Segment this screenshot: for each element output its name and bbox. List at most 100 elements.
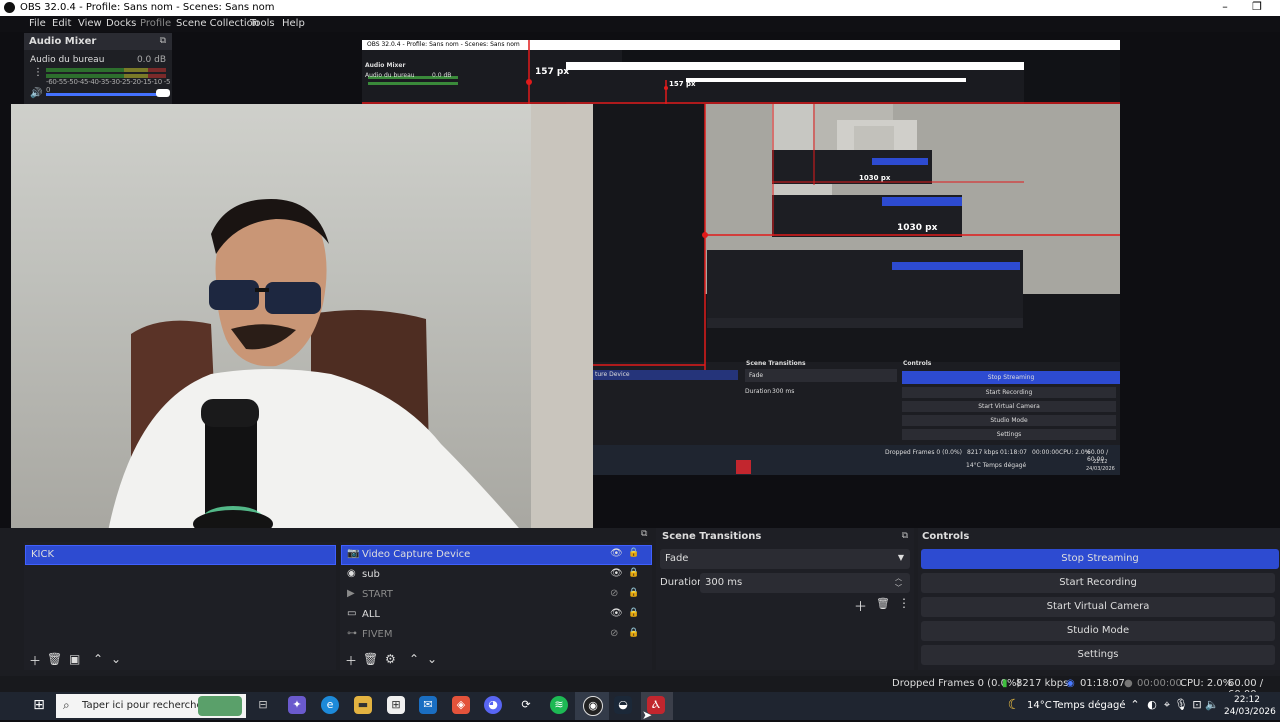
menu-scene-collection[interactable]: Scene Collection xyxy=(176,18,259,29)
windows-start-icon[interactable]: ⊞ xyxy=(30,696,48,714)
lock-icon[interactable]: 🔒 xyxy=(628,588,639,598)
menu-edit[interactable]: Edit xyxy=(52,18,71,29)
menu-profile[interactable]: Profile xyxy=(140,18,171,29)
discord-icon[interactable]: ◕ xyxy=(484,696,502,714)
copilot-icon[interactable]: ✦ xyxy=(288,696,306,714)
spotify-icon[interactable]: ≋ xyxy=(550,696,568,714)
studio-mode-button[interactable]: Studio Mode xyxy=(921,621,1275,641)
source-properties-gear-icon[interactable]: ⚙ xyxy=(385,652,396,666)
menu-help[interactable]: Help xyxy=(282,18,305,29)
volume-icon[interactable]: 🔈 xyxy=(1203,696,1221,714)
microsoft-store-icon[interactable]: ⊞ xyxy=(387,696,405,714)
taskbar-date[interactable]: 24/03/2026 xyxy=(1224,707,1276,717)
audio-mixer-header: Audio Mixer ⧉ xyxy=(24,33,172,50)
weather-temp[interactable]: 14°C xyxy=(1027,700,1052,711)
cpu-usage: CPU: 2.0% xyxy=(1180,678,1233,689)
settings-button[interactable]: Settings xyxy=(921,645,1275,665)
scene-item-label: KICK xyxy=(31,549,55,560)
scene-item-kick[interactable]: KICK xyxy=(25,545,336,565)
volume-slider[interactable] xyxy=(46,93,164,96)
lock-icon[interactable]: 🔒 xyxy=(628,608,639,618)
menu-docks[interactable]: Docks xyxy=(106,18,136,29)
volume-meter-left xyxy=(46,68,166,72)
transition-menu-icon[interactable]: ⋮ xyxy=(898,596,910,610)
task-view-icon[interactable]: ⊟ xyxy=(254,696,272,714)
restore-button[interactable]: ❐ xyxy=(1242,0,1272,16)
nested-weather: 14°C Temps dégagé xyxy=(966,462,1027,469)
add-scene-icon[interactable]: ＋ xyxy=(29,652,41,669)
lock-icon[interactable]: 🔒 xyxy=(628,628,639,638)
edge-icon[interactable]: e xyxy=(321,696,339,714)
visibility-eye-icon[interactable]: 👁 xyxy=(610,568,623,579)
source-row-video-capture[interactable]: 📷 Video Capture Device 👁 🔒 xyxy=(340,545,652,565)
scene-transitions-dock: Scene Transitions ⧉ Fade ▼ Duration 300 … xyxy=(656,528,914,670)
volume-slider-handle[interactable] xyxy=(156,89,170,97)
nested-start-recording: Start Recording xyxy=(985,389,1033,396)
nested-stream-time: 01:18:07 xyxy=(1000,449,1027,456)
weather-desc[interactable]: Temps dégagé xyxy=(1053,700,1126,711)
meter-ticks: -60-55-50-45-40-35-30-25-20-15-10 -5 0 xyxy=(46,78,171,94)
duration-spinbox[interactable]: 300 ms ︿ ﹀ xyxy=(700,573,910,593)
spin-up-icon[interactable]: ︿ xyxy=(895,573,902,583)
transition-selected: Fade xyxy=(665,553,689,564)
scene-filters-icon[interactable]: ▣ xyxy=(69,652,80,666)
steam-icon[interactable]: ◒ xyxy=(614,696,632,714)
add-transition-icon[interactable]: ＋ xyxy=(854,596,867,615)
nested-rec-time: 00:00:00 xyxy=(1032,449,1059,456)
weather-moon-icon[interactable]: ☾ xyxy=(1005,696,1023,714)
remove-source-icon[interactable]: 🗑 xyxy=(363,652,378,666)
start-recording-button[interactable]: Start Recording xyxy=(921,573,1275,593)
lock-icon[interactable]: 🔒 xyxy=(628,568,639,578)
nested-clock: 22:12 xyxy=(1093,459,1108,465)
menu-bar: File Edit View Docks Profile Scene Colle… xyxy=(0,16,1280,32)
move-up-icon[interactable]: ⌃ xyxy=(409,652,419,666)
menu-view[interactable]: View xyxy=(78,18,102,29)
lock-icon[interactable]: 🔒 xyxy=(628,548,639,558)
undock-icon[interactable]: ⧉ xyxy=(902,531,908,541)
source-row-start[interactable]: ▶ START ⊘ 🔒 xyxy=(340,585,652,605)
minimize-button[interactable]: – xyxy=(1210,0,1240,16)
source-row-sub[interactable]: ◉ sub 👁 🔒 xyxy=(340,565,652,585)
speaker-icon[interactable]: 🔊 xyxy=(30,88,42,99)
transition-select[interactable]: Fade ▼ xyxy=(660,549,910,569)
brave-icon[interactable]: ◈ xyxy=(452,696,470,714)
stream-time: 01:18:07 xyxy=(1080,678,1125,689)
menu-file[interactable]: File xyxy=(29,18,46,29)
scene-transitions-title: Scene Transitions xyxy=(662,531,762,542)
remove-transition-icon[interactable]: 🗑 xyxy=(876,597,890,610)
menu-tools[interactable]: Tools xyxy=(250,18,275,29)
record-time: 00:00:00 xyxy=(1137,678,1182,689)
start-virtual-camera-button[interactable]: Start Virtual Camera xyxy=(921,597,1275,617)
nested-cpu: CPU: 2.0% xyxy=(1059,449,1091,456)
nested-studio-mode: Studio Mode xyxy=(990,417,1028,424)
move-up-icon[interactable]: ⌃ xyxy=(93,652,103,666)
add-source-icon[interactable]: ＋ xyxy=(345,652,357,669)
taskbar-clock[interactable]: 22:12 xyxy=(1234,695,1260,705)
source-label: START xyxy=(362,589,393,600)
taskbar-search-box[interactable]: ⌕ Taper ici pour rechercher xyxy=(56,694,246,718)
controls-dock: Controls Stop Streaming Start Recording … xyxy=(918,528,1280,670)
obs-app-icon[interactable]: ◉ xyxy=(583,696,603,716)
hidden-eye-icon[interactable]: ⊘ xyxy=(610,588,618,599)
kebab-menu-icon[interactable]: ⋮ xyxy=(33,67,43,78)
hidden-eye-icon[interactable]: ⊘ xyxy=(610,628,618,639)
sync-app-icon[interactable]: ⟳ xyxy=(517,696,535,714)
file-explorer-icon[interactable]: ▬ xyxy=(354,696,372,714)
visibility-eye-icon[interactable]: 👁 xyxy=(610,548,623,559)
spin-down-icon[interactable]: ﹀ xyxy=(895,583,902,593)
stop-streaming-button[interactable]: Stop Streaming xyxy=(921,549,1279,569)
signal-bars-icon: ▮ xyxy=(1002,678,1008,689)
undock-icon[interactable]: ⧉ xyxy=(160,36,166,46)
move-down-icon[interactable]: ⌄ xyxy=(111,652,121,666)
source-row-fivem[interactable]: ⊶ FIVEM ⊘ 🔒 xyxy=(340,625,652,645)
source-row-all[interactable]: ▭ ALL 👁 🔒 xyxy=(340,605,652,625)
tray-chevron-icon[interactable]: ⌃ xyxy=(1126,696,1144,714)
sources-undock-icon[interactable]: ⧉ xyxy=(641,529,647,539)
remove-scene-icon[interactable]: 🗑 xyxy=(47,652,62,666)
search-highlight-image xyxy=(198,696,242,716)
visibility-eye-icon[interactable]: 👁 xyxy=(610,608,623,619)
nested-start-virtual-camera: Start Virtual Camera xyxy=(978,403,1040,410)
mail-icon[interactable]: ✉ xyxy=(419,696,437,714)
move-down-icon[interactable]: ⌄ xyxy=(427,652,437,666)
nested-source-row: ture Device xyxy=(595,371,630,378)
